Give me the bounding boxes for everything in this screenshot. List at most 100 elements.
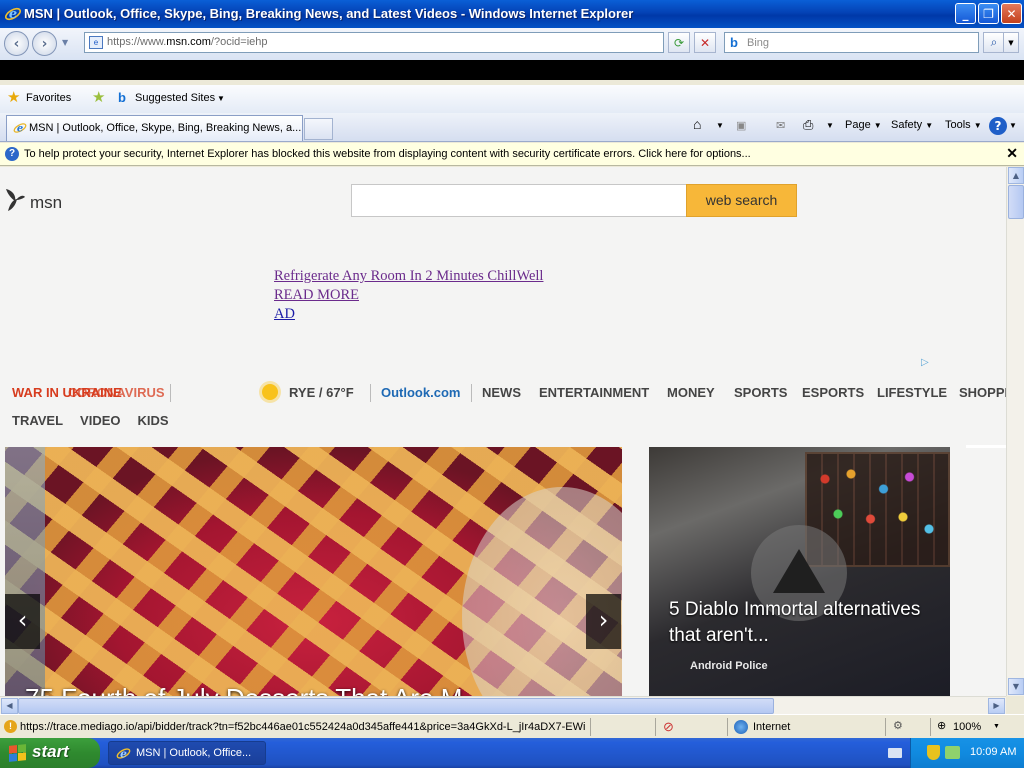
- suggested-sites-button[interactable]: Suggested Sites: [135, 92, 215, 104]
- carousel-next-button[interactable]: ›: [586, 594, 621, 649]
- scroll-left-icon[interactable]: ◀: [1, 698, 18, 714]
- warning-icon: !: [4, 720, 17, 733]
- security-infobar[interactable]: ? To help protect your security, Interne…: [0, 143, 1024, 166]
- ad-label-link[interactable]: AD: [274, 306, 295, 323]
- bing-icon: b: [730, 35, 738, 50]
- hero-caption[interactable]: 75 Fourth of July Desserts That Are M: [25, 683, 462, 696]
- add-favorite-icon[interactable]: ★: [92, 88, 105, 106]
- chevron-down-icon[interactable]: ▼: [716, 119, 724, 131]
- home-icon[interactable]: ⌂: [693, 116, 701, 132]
- chevron-down-icon: ▼: [1008, 38, 1014, 47]
- address-bar[interactable]: e https://www.msn.com/?ocid=iehp: [84, 32, 664, 53]
- clock[interactable]: 10:09 AM: [970, 746, 1016, 758]
- refresh-button[interactable]: ⟳: [668, 32, 690, 53]
- nav-esports[interactable]: ESPORTS: [802, 385, 864, 400]
- nav-news[interactable]: NEWS: [482, 385, 521, 400]
- keyboard-icon[interactable]: [888, 748, 902, 758]
- zoom-level[interactable]: 100%: [953, 721, 981, 733]
- tab-label: MSN | Outlook, Office, Skype, Bing, Brea…: [29, 122, 302, 134]
- tools-menu-label: Tools: [945, 119, 971, 131]
- card-source: Android Police: [690, 660, 768, 672]
- search-input[interactable]: b Bing: [724, 32, 979, 53]
- minimize-button[interactable]: _: [955, 3, 976, 24]
- forward-button[interactable]: ›: [32, 31, 57, 56]
- nav-shopping[interactable]: SHOPPI: [959, 385, 1006, 400]
- help-icon[interactable]: ?: [989, 117, 1007, 135]
- url-suffix: /?ocid=iehp: [210, 36, 268, 48]
- mail-icon[interactable]: ✉: [776, 119, 785, 132]
- back-button[interactable]: ‹: [4, 31, 29, 56]
- ad-headline-link[interactable]: Refrigerate Any Room In 2 Minutes ChillW…: [274, 268, 543, 285]
- search-button[interactable]: ⌕: [983, 32, 1005, 53]
- start-button[interactable]: start: [0, 738, 100, 768]
- page-menu[interactable]: Page ▼: [845, 119, 882, 131]
- breaking-link-coronavirus[interactable]: CORONAVIRUS: [68, 385, 165, 400]
- card-title[interactable]: 5 Diablo Immortal alternatives that aren…: [669, 597, 939, 649]
- scroll-down-icon[interactable]: ▼: [1008, 678, 1024, 695]
- url-prefix: https://www.: [107, 36, 167, 48]
- carousel-prev-button[interactable]: ‹: [5, 594, 40, 649]
- page-menu-label: Page: [845, 119, 871, 131]
- search-options-button[interactable]: ▼: [1003, 32, 1019, 53]
- print-icon[interactable]: ⎙: [803, 117, 813, 133]
- weather-location[interactable]: RYE / 67°F: [289, 385, 354, 400]
- ad-read-more-link[interactable]: READ MORE: [274, 287, 359, 304]
- svg-text:e: e: [120, 747, 127, 760]
- scroll-right-icon[interactable]: ▶: [988, 698, 1005, 714]
- security-zone[interactable]: Internet: [753, 721, 790, 733]
- url-domain: msn.com: [166, 36, 211, 48]
- taskbar-item-ie[interactable]: e MSN | Outlook, Office...: [108, 741, 266, 765]
- stop-icon: ✕: [699, 35, 711, 50]
- close-button[interactable]: ✕: [1001, 3, 1022, 24]
- maximize-button[interactable]: ❐: [978, 3, 999, 24]
- svg-text:e: e: [17, 124, 23, 135]
- tools-menu[interactable]: Tools ▼: [945, 119, 982, 131]
- black-band: [0, 60, 1024, 80]
- feeds-icon[interactable]: ▣: [736, 119, 746, 132]
- divider: [930, 718, 931, 736]
- system-tray: 10:09 AM: [910, 738, 1024, 768]
- internet-zone-icon: [734, 720, 748, 734]
- adchoices-icon[interactable]: ▷: [921, 357, 929, 368]
- nav-lifestyle[interactable]: LIFESTYLE: [877, 385, 947, 400]
- news-card[interactable]: 5 Diablo Immortal alternatives that aren…: [649, 447, 950, 696]
- network-icon[interactable]: [945, 746, 960, 759]
- history-dropdown-icon[interactable]: ▼: [62, 38, 68, 47]
- horizontal-scrollbar[interactable]: ◀ ▶: [0, 696, 1006, 714]
- nav-travel[interactable]: TRAVEL: [12, 413, 63, 428]
- chevron-down-icon[interactable]: ▼: [1009, 119, 1017, 131]
- vertical-scroll-thumb[interactable]: [1008, 185, 1024, 219]
- nav-sports[interactable]: SPORTS: [734, 385, 787, 400]
- chevron-down-icon[interactable]: ▼: [826, 119, 834, 131]
- nav-entertainment[interactable]: ENTERTAINMENT: [539, 385, 649, 400]
- hero-slide[interactable]: 75 Fourth of July Desserts That Are M: [5, 447, 622, 696]
- web-search-button[interactable]: web search: [686, 184, 797, 217]
- msn-logo-text: msn: [30, 193, 63, 212]
- horizontal-scroll-thumb[interactable]: [18, 698, 774, 714]
- new-tab-button[interactable]: [304, 118, 333, 140]
- tab-row: e MSN | Outlook, Office, Skype, Bing, Br…: [0, 113, 1024, 142]
- infobar-message: To help protect your security, Internet …: [24, 148, 751, 160]
- forward-arrow-icon: ›: [41, 35, 48, 52]
- security-center-icon[interactable]: [927, 745, 940, 760]
- popup-blocked-icon[interactable]: ⊘: [663, 719, 674, 735]
- close-infobar-icon[interactable]: ✕: [1006, 145, 1018, 162]
- tab-msn[interactable]: e MSN | Outlook, Office, Skype, Bing, Br…: [6, 115, 303, 141]
- divider: [885, 718, 886, 736]
- vertical-scrollbar[interactable]: ▲ ▼: [1006, 167, 1024, 696]
- scroll-up-icon[interactable]: ▲: [1008, 167, 1024, 184]
- msn-search-input[interactable]: [351, 184, 687, 217]
- stop-button[interactable]: ✕: [694, 32, 716, 53]
- outlook-link[interactable]: Outlook.com: [381, 385, 460, 400]
- protected-mode-icon[interactable]: ⚙: [893, 719, 903, 732]
- safety-menu[interactable]: Safety ▼: [891, 119, 933, 131]
- hero-image-background: [5, 447, 45, 696]
- nav-video[interactable]: VIDEO: [80, 413, 120, 428]
- nav-kids[interactable]: KIDS: [138, 413, 169, 428]
- favorites-button[interactable]: Favorites: [26, 92, 71, 104]
- chevron-down-icon[interactable]: ▼: [993, 723, 1000, 730]
- chevron-down-icon[interactable]: ▼: [217, 94, 225, 103]
- start-label: start: [32, 742, 69, 761]
- nav-money[interactable]: MONEY: [667, 385, 715, 400]
- security-shield-icon: ?: [5, 147, 19, 161]
